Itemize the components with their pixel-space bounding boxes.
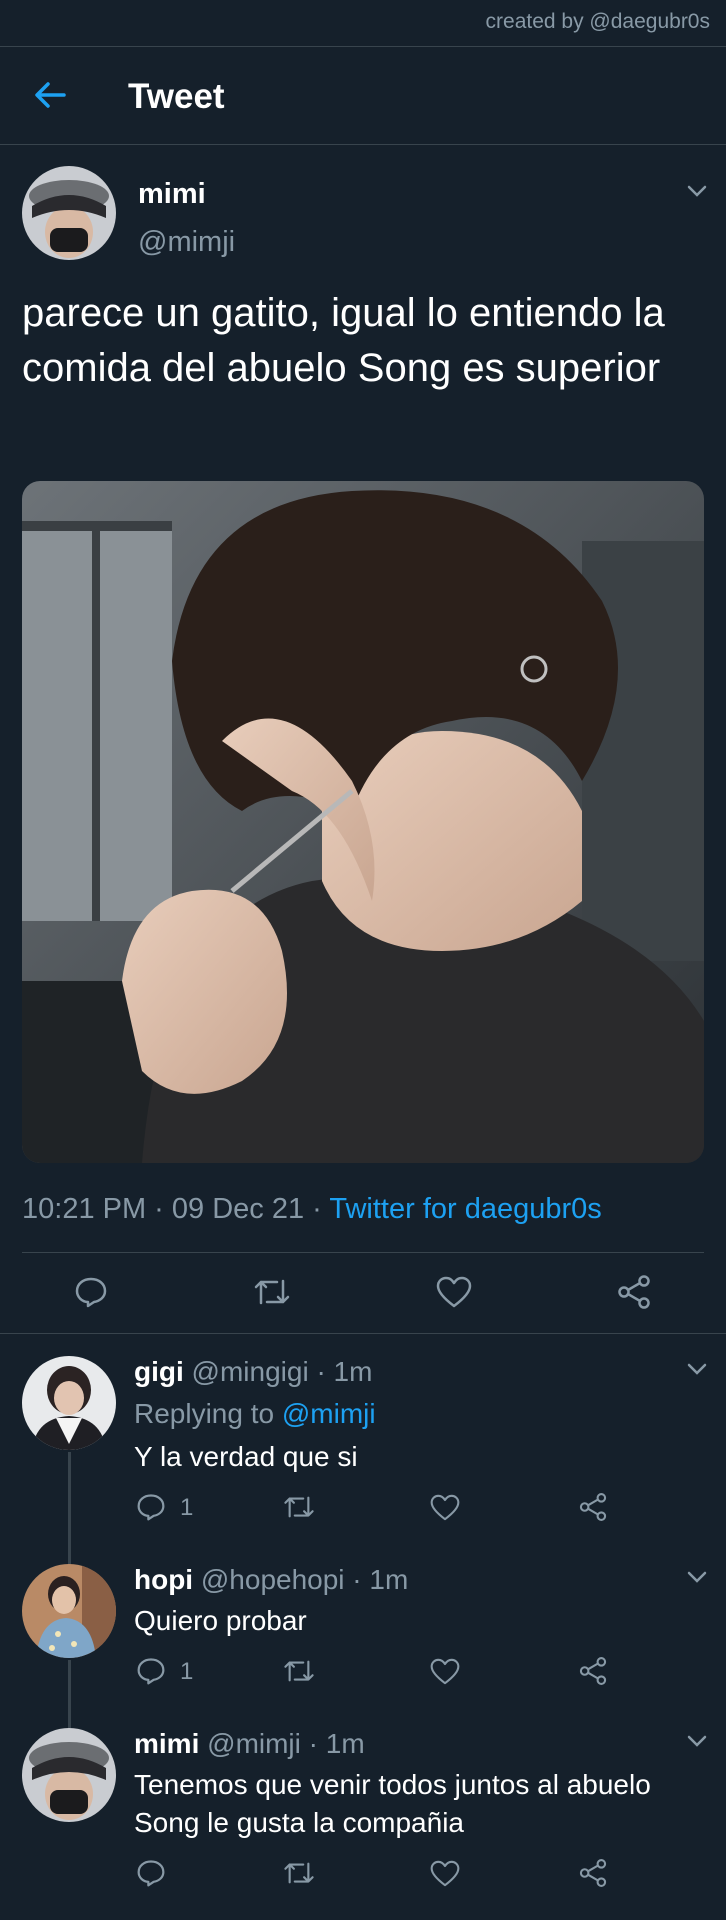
- reply-count: 1: [180, 1658, 194, 1685]
- arrow-left-icon: [35, 82, 66, 108]
- avatar[interactable]: [22, 1356, 116, 1450]
- reply-count: 1: [180, 1494, 194, 1521]
- back-button[interactable]: [30, 75, 70, 115]
- tweet-image[interactable]: [22, 481, 704, 1163]
- retweet-button[interactable]: [282, 1858, 316, 1888]
- avatar[interactable]: [22, 166, 116, 260]
- retweet-icon: [284, 1496, 314, 1518]
- like-button[interactable]: [430, 1860, 460, 1887]
- reply-author-handle[interactable]: @mingigi · 1m: [192, 1356, 373, 1387]
- reply-icon: [137, 1494, 165, 1521]
- replying-to: Replying to @mimji: [134, 1398, 376, 1430]
- heart-icon: [436, 1276, 472, 1308]
- reply-button[interactable]: [136, 1492, 166, 1522]
- chevron-down-icon[interactable]: [686, 1570, 708, 1584]
- reply-icon: [137, 1860, 165, 1887]
- replying-to-prefix: Replying to: [134, 1398, 282, 1429]
- share-icon: [579, 1493, 607, 1521]
- like-button[interactable]: [436, 1276, 472, 1308]
- section-divider: [0, 1333, 726, 1334]
- reply-author-line: hopi @hopehopi · 1m: [134, 1564, 408, 1596]
- tweet-meta: 10:21 PM · 09 Dec 21 · Twitter for daegu…: [22, 1193, 602, 1226]
- share-button[interactable]: [578, 1656, 608, 1686]
- reply-icon: [75, 1277, 107, 1308]
- thread-line: [68, 1660, 71, 1728]
- thread-line: [68, 1452, 71, 1570]
- reply-icon: [137, 1658, 165, 1685]
- creator-credit: created by @daegubr0s: [485, 10, 710, 33]
- reply-author-name[interactable]: mimi: [134, 1728, 199, 1759]
- avatar[interactable]: [22, 1728, 116, 1822]
- replying-to-link[interactable]: @mimji: [282, 1398, 376, 1429]
- reply-button[interactable]: [136, 1656, 166, 1686]
- share-button[interactable]: [616, 1274, 652, 1310]
- chevron-down-icon[interactable]: [686, 1362, 708, 1376]
- tweet-source-link[interactable]: Twitter for daegubr0s: [329, 1193, 601, 1225]
- reply-button[interactable]: [74, 1275, 108, 1309]
- reply-button[interactable]: [136, 1858, 166, 1888]
- like-button[interactable]: [430, 1658, 460, 1685]
- page-title: Tweet: [128, 77, 225, 116]
- reply-author-name[interactable]: hopi: [134, 1564, 193, 1595]
- like-button[interactable]: [430, 1494, 460, 1521]
- share-icon: [579, 1657, 607, 1685]
- reply-text: Quiero probar: [134, 1605, 307, 1636]
- heart-icon: [430, 1658, 460, 1685]
- share-icon: [579, 1859, 607, 1887]
- share-button[interactable]: [578, 1858, 608, 1888]
- retweet-button[interactable]: [282, 1492, 316, 1522]
- share-icon: [618, 1275, 650, 1309]
- reply-author-handle[interactable]: @hopehopi · 1m: [201, 1564, 408, 1595]
- reply-author-line: mimi @mimji · 1m: [134, 1728, 365, 1760]
- reply-author-name[interactable]: gigi: [134, 1356, 184, 1387]
- share-button[interactable]: [578, 1492, 608, 1522]
- reply-text: Y la verdad que si: [134, 1441, 358, 1472]
- tweet-timestamp: 10:21 PM · 09 Dec 21 ·: [22, 1193, 330, 1225]
- retweet-button[interactable]: [282, 1656, 316, 1686]
- heart-icon: [430, 1494, 460, 1521]
- chevron-down-icon[interactable]: [686, 184, 708, 198]
- meta-divider: [22, 1252, 704, 1253]
- author-name[interactable]: mimi: [138, 178, 206, 211]
- retweet-icon: [284, 1660, 314, 1682]
- header: Tweet: [0, 47, 726, 145]
- avatar[interactable]: [22, 1564, 116, 1658]
- reply-author-handle[interactable]: @mimji · 1m: [207, 1728, 365, 1759]
- reply-text: Tenemos que venir todos juntos al abuelo…: [134, 1769, 651, 1838]
- retweet-button[interactable]: [252, 1275, 292, 1309]
- author-handle[interactable]: @mimji: [138, 226, 235, 259]
- retweet-icon: [284, 1862, 314, 1884]
- tweet-text: parece un gatito, igual lo entiendo la c…: [22, 291, 665, 390]
- chevron-down-icon[interactable]: [686, 1734, 708, 1748]
- retweet-icon: [254, 1279, 290, 1305]
- reply-author-line: gigi @mingigi · 1m: [134, 1356, 372, 1388]
- heart-icon: [430, 1860, 460, 1887]
